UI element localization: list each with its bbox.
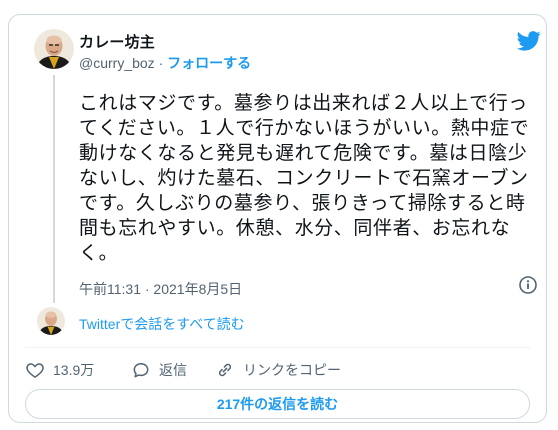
tweet-text: これはマジです。墓参りは出来れば２人以上で行ってください。１人で行かないほうがい…	[79, 93, 530, 264]
author-avatar[interactable]	[34, 29, 74, 69]
twitter-bird-icon[interactable]	[517, 31, 541, 51]
info-icon[interactable]	[519, 276, 537, 294]
heart-icon	[26, 363, 44, 378]
reply-bubble-icon	[133, 363, 149, 378]
author-name[interactable]: カレー坊主	[79, 31, 155, 52]
reply-button[interactable]: 返信	[131, 359, 187, 381]
author-handle[interactable]: @curry_boz	[79, 55, 155, 71]
author-handle-row: @curry_boz · フォローする	[79, 53, 251, 73]
divider	[25, 347, 530, 348]
copy-link-label: リンクをコピー	[243, 362, 341, 378]
reply-label: 返信	[159, 362, 187, 378]
copy-link-button[interactable]: リンクをコピー	[215, 359, 341, 381]
tweet-timestamp[interactable]: 午前11:31 · 2021年8月5日	[79, 279, 242, 299]
read-replies-button[interactable]: 217件の返信を読む	[25, 389, 530, 419]
conversation-avatar[interactable]	[37, 307, 65, 335]
tweet-card[interactable]: カレー坊主 @curry_boz · フォローする これはマジです。墓参りは出来…	[8, 14, 547, 423]
follow-button[interactable]: フォローする	[167, 55, 251, 71]
thread-line	[53, 75, 55, 303]
handle-separator: ·	[158, 55, 164, 71]
like-count: 13.9万	[53, 362, 95, 378]
read-conversation-link[interactable]: Twitterで会話をすべて読む	[79, 314, 245, 334]
like-button[interactable]: 13.9万	[25, 359, 94, 381]
link-icon	[218, 363, 232, 377]
